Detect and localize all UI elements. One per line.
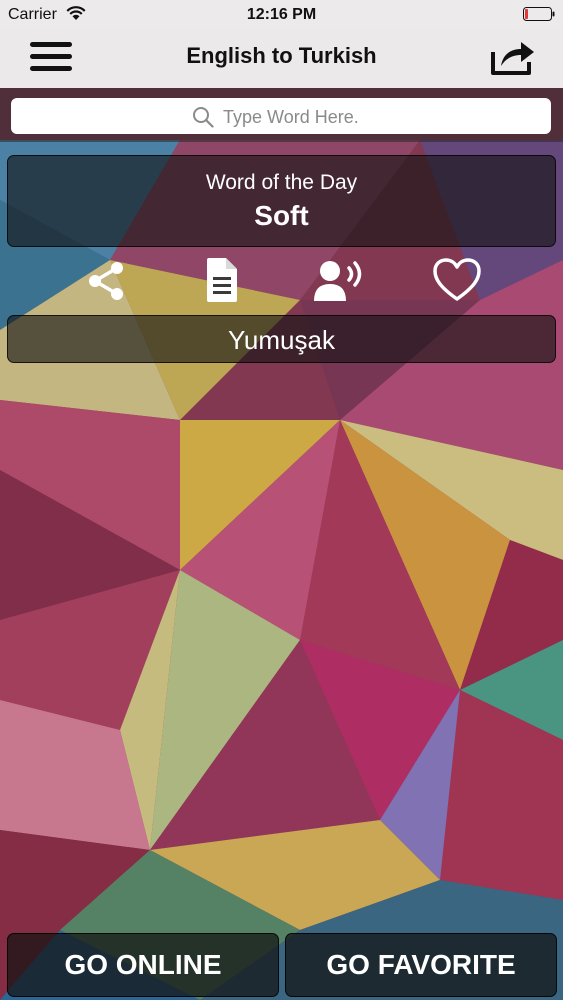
search-bar bbox=[0, 88, 563, 142]
lowpoly-background bbox=[0, 0, 563, 1000]
speaker-icon[interactable] bbox=[312, 256, 368, 306]
status-time: 12:16 PM bbox=[246, 6, 317, 23]
go-online-button[interactable]: GO ONLINE bbox=[7, 933, 279, 997]
battery-icon bbox=[523, 7, 555, 21]
translation-text: Yumuşak bbox=[228, 325, 335, 355]
action-icons-row bbox=[0, 256, 563, 308]
word-of-the-day-word: Soft bbox=[254, 200, 309, 231]
export-share-icon[interactable] bbox=[491, 38, 535, 76]
search-input[interactable] bbox=[221, 103, 525, 131]
word-of-the-day-card[interactable]: Word of the Day Soft bbox=[7, 155, 556, 247]
page-title: English to Turkish bbox=[186, 43, 377, 68]
heart-icon[interactable] bbox=[432, 256, 482, 306]
status-bar: Carrier 12:16 PM bbox=[0, 0, 563, 30]
share-icon[interactable] bbox=[86, 256, 126, 306]
navigation-bar: English to Turkish bbox=[0, 30, 563, 88]
word-of-the-day-label: Word of the Day bbox=[205, 171, 358, 194]
document-icon[interactable] bbox=[204, 256, 240, 306]
search-field[interactable] bbox=[11, 98, 551, 134]
search-icon bbox=[193, 107, 214, 128]
go-favorite-button[interactable]: GO FAVORITE bbox=[285, 933, 557, 997]
translation-card: Yumuşak bbox=[7, 315, 556, 363]
